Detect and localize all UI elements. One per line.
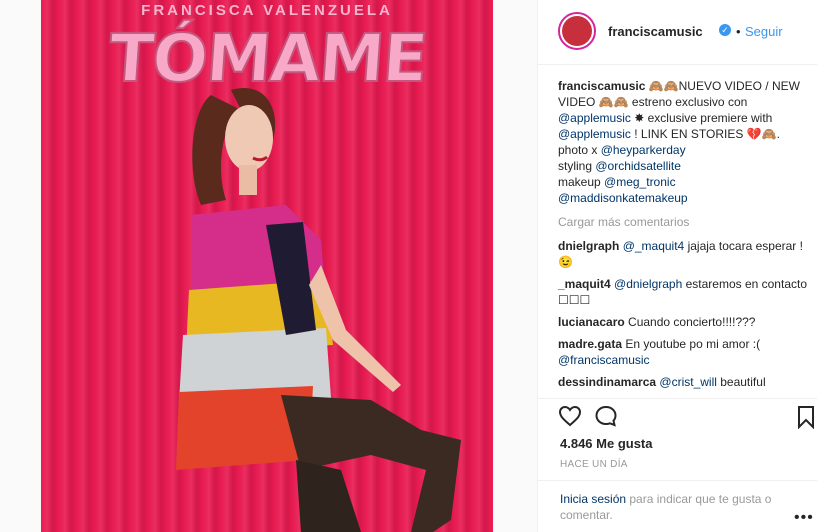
post-header: franciscamusic ✓ • Seguir [538,0,817,65]
post-timestamp: HACE UN DÍA [560,459,628,470]
comment-username[interactable]: dessindinamarca [558,375,656,389]
comment-item: lucianacaro Cuando concierto!!!!??? [558,314,808,330]
caption-text: ✸ exclusive premiere with [630,111,773,125]
comment-text: Cuando concierto!!!!??? [628,315,756,329]
login-prompt-text: Inicia sesión para indicar que te gusta … [560,491,800,523]
load-more-comments-button[interactable]: Cargar más comentarios [558,214,808,230]
mention-link[interactable]: @franciscamusic [558,353,650,367]
comment-username[interactable]: lucianacaro [558,315,625,329]
comment-icon[interactable] [594,405,618,427]
left-gutter [0,0,41,532]
caption-username[interactable]: franciscamusic [558,79,645,93]
header-separator: • [736,24,741,39]
likes-count[interactable]: 4.846 Me gusta [560,436,653,451]
mention-link[interactable]: @crist_will [659,375,717,389]
mention-link[interactable]: @applemusic [558,111,631,125]
comment-item: dnielgraph @_maquit4 jajaja tocara esper… [558,238,808,270]
verified-badge-icon: ✓ [719,24,731,36]
heart-icon[interactable] [558,405,582,427]
comment-item: dessindinamarca @crist_will beautiful ve… [558,374,808,390]
caption: franciscamusic 🙈🙈NUEVO VIDEO / NEW VIDEO… [558,78,808,206]
woman-figure-illustration [176,88,461,532]
mention-link[interactable]: @applemusic [558,127,631,141]
login-link[interactable]: Inicia sesión [560,492,626,506]
follow-button[interactable]: Seguir [745,24,783,39]
more-options-icon[interactable]: ••• [794,509,814,527]
comment-item: _maquit4 @dnielgraph estaremos en contac… [558,276,808,308]
comment-username[interactable]: dnielgraph [558,239,619,253]
post-image[interactable]: FRANCISCA VALENZUELA TÓMAME [41,0,493,532]
comment-username[interactable]: _maquit4 [558,277,611,291]
avatar-image [562,16,592,46]
caption-text: styling [558,159,596,173]
caption-text: makeup [558,175,605,189]
comment-username[interactable]: madre.gata [558,337,622,351]
mention-link[interactable]: @meg_tronic [604,175,676,189]
mention-link[interactable]: @heyparkerday [601,143,686,157]
mention-link[interactable]: @dnielgraph [614,277,682,291]
comment-item: madre.gata En youtube po mi amor :( @fra… [558,336,808,368]
action-bar [538,398,817,433]
login-prompt: Inicia sesión para indicar que te gusta … [538,480,817,526]
mention-link[interactable]: @orchidsatellite [595,159,681,173]
mention-link[interactable]: @_maquit4 [623,239,685,253]
comment-text: En youtube po mi amor :( [625,337,761,351]
post-side-panel: franciscamusic ✓ • Seguir franciscamusic… [537,0,817,532]
mention-link[interactable]: @maddisonkatemakeup [558,191,688,205]
post-separator [493,0,537,532]
avatar[interactable] [558,12,596,50]
header-username[interactable]: franciscamusic [608,24,703,39]
comments-section: franciscamusic 🙈🙈NUEVO VIDEO / NEW VIDEO… [558,78,808,396]
bookmark-icon[interactable] [796,405,816,429]
